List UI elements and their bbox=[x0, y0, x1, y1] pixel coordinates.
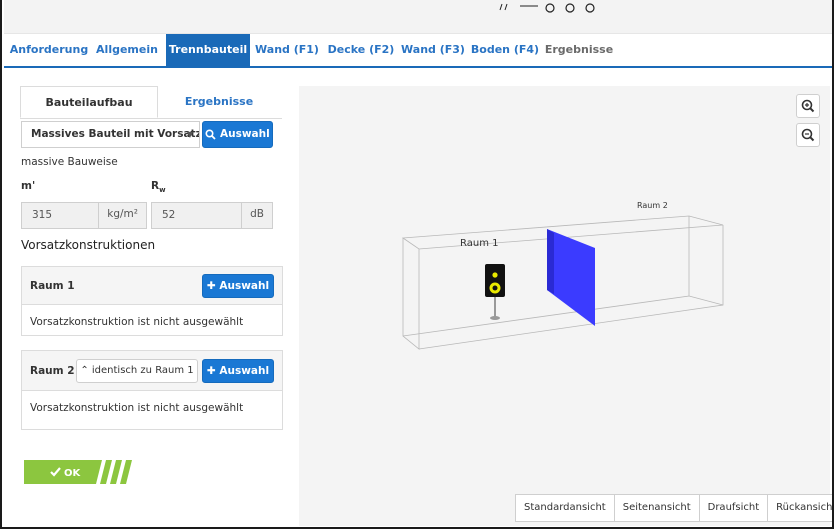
tab-wand-f3[interactable]: Wand (F3) bbox=[400, 34, 466, 66]
room-scene: Raum 1 Raum 2 bbox=[401, 201, 724, 350]
ok-label: OK bbox=[64, 468, 82, 479]
main-tab-bar: Anforderung Allgemein Trennbauteil Wand … bbox=[4, 34, 832, 68]
partition-wall-edge bbox=[547, 229, 554, 294]
seitenansicht-button[interactable]: Seitenansicht bbox=[615, 495, 700, 521]
search-icon bbox=[205, 128, 216, 140]
view-button-group: Standardansicht Seitenansicht Draufsicht… bbox=[515, 494, 832, 522]
mass-label: m' bbox=[21, 180, 36, 192]
raum2-auswahl-label: Auswahl bbox=[219, 365, 270, 377]
draufsicht-button[interactable]: Draufsicht bbox=[700, 495, 769, 521]
plus-icon: ✚ bbox=[206, 365, 216, 377]
room1-label: Raum 1 bbox=[460, 238, 498, 249]
raum1-label: Raum 1 bbox=[30, 280, 75, 292]
auswahl-button-label: Auswahl bbox=[219, 128, 270, 140]
chevron-up-icon: ⌃ bbox=[80, 365, 89, 376]
plus-icon: ✚ bbox=[206, 280, 216, 292]
rw-label-sub: w bbox=[159, 186, 166, 195]
raum1-panel: Raum 1 ✚ Auswahl Vorsatzkonstruktion ist… bbox=[21, 266, 283, 336]
raum1-auswahl-label: Auswahl bbox=[219, 280, 270, 292]
room2-label: Raum 2 bbox=[637, 201, 668, 210]
construction-note: massive Bauweise bbox=[21, 156, 118, 168]
raum2-label: Raum 2 bbox=[30, 365, 75, 377]
subtab-divider bbox=[20, 118, 282, 119]
partition-wall bbox=[547, 229, 595, 326]
raum2-body: Vorsatzkonstruktion ist nicht ausgewählt bbox=[22, 391, 282, 428]
tab-boden-f4[interactable]: Boden (F4) bbox=[470, 34, 540, 66]
bauteil-select[interactable]: Massives Bauteil mit Vorsatzkc ▼ bbox=[21, 121, 200, 148]
subtab-ergebnisse[interactable]: Ergebnisse bbox=[160, 86, 278, 118]
rw-field: 52 dB bbox=[151, 202, 273, 229]
mass-value: 315 bbox=[32, 209, 53, 221]
raum2-status: Vorsatzkonstruktion ist nicht ausgewählt bbox=[30, 402, 244, 414]
tab-allgemein[interactable]: Allgemein bbox=[92, 34, 162, 66]
rw-value: 52 bbox=[162, 209, 176, 221]
raum1-body: Vorsatzkonstruktion ist nicht ausgewählt bbox=[22, 305, 282, 342]
vorsatz-heading: Vorsatzkonstruktionen bbox=[21, 238, 156, 252]
raum1-header: Raum 1 ✚ Auswahl bbox=[22, 267, 282, 305]
3d-viewport[interactable]: Raum 1 Raum 2 Standardansicht Seitenansi… bbox=[299, 86, 832, 526]
tab-decke-f2[interactable]: Decke (F2) bbox=[326, 34, 396, 66]
mass-field: 315 kg/m² bbox=[21, 202, 147, 229]
ok-button[interactable]: OK bbox=[24, 460, 134, 484]
rw-label: Rw bbox=[151, 180, 166, 194]
rw-label-main: R bbox=[151, 180, 160, 192]
raum1-status: Vorsatzkonstruktion ist nicht ausgewählt bbox=[30, 316, 244, 328]
header-decoration-icon bbox=[499, 3, 595, 13]
raum1-auswahl-button[interactable]: ✚ Auswahl bbox=[202, 274, 274, 298]
left-panel: Bauteilaufbau Ergebnisse Massives Bautei… bbox=[4, 70, 291, 527]
identisch-label: identisch zu Raum 1 bbox=[91, 365, 194, 376]
tab-wand-f1[interactable]: Wand (F1) bbox=[254, 34, 320, 66]
standardansicht-button[interactable]: Standardansicht bbox=[516, 495, 615, 521]
raum2-header: Raum 2 ⌃ identisch zu Raum 1 ✚ Auswahl bbox=[22, 351, 282, 391]
mass-unit: kg/m² bbox=[98, 202, 146, 229]
chevron-down-icon: ▼ bbox=[186, 130, 193, 139]
app-frame: Anforderung Allgemein Trennbauteil Wand … bbox=[0, 0, 834, 529]
identisch-button[interactable]: ⌃ identisch zu Raum 1 bbox=[76, 359, 198, 383]
raum2-panel: Raum 2 ⌃ identisch zu Raum 1 ✚ Auswahl V… bbox=[21, 350, 283, 430]
tab-ergebnisse[interactable]: Ergebnisse bbox=[544, 34, 614, 66]
rw-unit: dB bbox=[241, 202, 272, 229]
bauteil-select-value: Massives Bauteil mit Vorsatzkc bbox=[31, 128, 200, 140]
speaker-icon bbox=[485, 264, 505, 320]
auswahl-button[interactable]: Auswahl bbox=[202, 121, 273, 148]
tab-trennbauteil[interactable]: Trennbauteil bbox=[166, 34, 250, 66]
top-strip bbox=[4, 0, 832, 34]
subtab-bauteilaufbau[interactable]: Bauteilaufbau bbox=[20, 86, 158, 118]
tab-anforderung[interactable]: Anforderung bbox=[4, 34, 94, 66]
raum2-auswahl-button[interactable]: ✚ Auswahl bbox=[202, 359, 274, 383]
rueckansicht-button[interactable]: Rückansicht bbox=[768, 495, 832, 521]
